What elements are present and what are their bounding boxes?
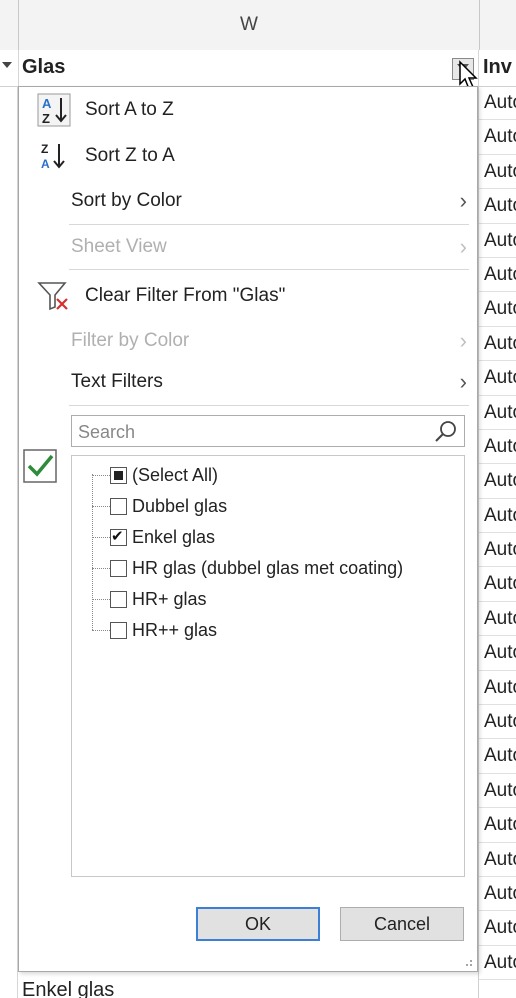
table-cell[interactable]: Auto	[479, 671, 516, 706]
filter-item-label: (Select All)	[132, 465, 219, 485]
table-cell[interactable]: Auto	[479, 224, 516, 258]
table-cell[interactable]: Auto	[479, 602, 516, 637]
tree-line	[92, 630, 110, 631]
menu-filter-by-color: Filter by Color ›	[19, 320, 477, 362]
table-cell[interactable]: Auto	[479, 155, 516, 190]
table-cell[interactable]: Auto	[479, 189, 516, 224]
search-icon	[435, 421, 456, 442]
chevron-right-icon: ›	[459, 328, 467, 353]
tree-line	[92, 599, 110, 600]
filter-checkbox[interactable]	[110, 527, 127, 546]
filter-item-label: HR glas (dubbel glas met coating)	[132, 558, 404, 578]
menu-label: Sort A to Z	[85, 99, 174, 120]
filter-list-item[interactable]: Dubbel glas	[92, 491, 227, 522]
right-column: AutoAutoAutoAutoAutoAutoAutoAutoAutoAuto…	[478, 86, 516, 998]
menu-label: Sort Z to A	[85, 145, 175, 166]
filter-item-label: HR+ glas	[132, 589, 207, 609]
table-cell[interactable]: Auto	[479, 396, 516, 430]
header-glas[interactable]: Glas	[22, 56, 65, 79]
table-cell[interactable]: Auto	[479, 636, 516, 671]
filter-checkbox[interactable]	[110, 467, 127, 484]
filter-list-item[interactable]: (Select All)	[92, 460, 218, 491]
table-header-row: Glas Inv	[0, 50, 516, 87]
menu-label: Text Filters	[71, 371, 163, 392]
ok-button[interactable]: OK	[196, 907, 320, 941]
menu-label: Sheet View	[71, 236, 167, 257]
filter-item-label: Dubbel glas	[132, 496, 228, 516]
table-cell[interactable]: Auto	[479, 911, 516, 946]
table-cell[interactable]: Auto	[479, 533, 516, 568]
table-cell[interactable]: Auto	[479, 292, 516, 327]
table-cell[interactable]: Auto	[479, 499, 516, 534]
column-header-row: W	[0, 0, 516, 51]
table-cell[interactable]: Auto	[479, 739, 516, 774]
sort-az-icon: A Z	[37, 93, 71, 127]
clear-filter-icon	[37, 282, 68, 311]
menu-sort-by-color[interactable]: Sort by Color ›	[19, 180, 477, 222]
filter-list-item[interactable]: Enkel glas	[92, 522, 215, 553]
filter-list-item[interactable]: HR glas (dubbel glas met coating)	[92, 553, 403, 584]
column-header-w[interactable]: W	[18, 0, 480, 50]
menu-text-filters[interactable]: Text Filters ›	[19, 361, 477, 403]
table-cell[interactable]: Auto	[479, 877, 516, 912]
grid-divider	[18, 50, 19, 86]
filter-dropdown-menu: A Z Sort A to Z Z A Sort Z to A Sort by …	[18, 86, 478, 972]
filter-list-item[interactable]: HR+ glas	[92, 584, 207, 615]
filter-checkbox[interactable]	[110, 591, 127, 608]
filter-checkbox[interactable]	[110, 498, 127, 515]
table-cell[interactable]: Auto	[479, 567, 516, 602]
table-cell[interactable]: Auto	[479, 464, 516, 499]
tree-line	[92, 568, 110, 569]
menu-sort-z-to-a[interactable]: Z A Sort Z to A	[19, 135, 477, 177]
filter-checkbox[interactable]	[110, 622, 127, 639]
tree-line	[92, 537, 110, 538]
menu-label: Clear Filter From "Glas"	[85, 285, 286, 306]
search-input[interactable]	[76, 418, 420, 446]
table-cell[interactable]: Auto	[479, 258, 516, 293]
svg-text:Z: Z	[41, 142, 48, 156]
chevron-right-icon: ›	[459, 234, 467, 259]
menu-separator	[69, 405, 469, 406]
menu-clear-filter[interactable]: Clear Filter From "Glas"	[19, 275, 477, 317]
chevron-right-icon: ›	[459, 188, 467, 213]
grid-left-column	[0, 86, 18, 998]
table-cell[interactable]: Auto	[479, 808, 516, 843]
green-check-icon	[23, 449, 57, 483]
search-field[interactable]	[71, 415, 465, 447]
header-inv[interactable]: Inv	[483, 56, 512, 79]
table-cell[interactable]: Auto	[479, 946, 516, 981]
filter-checkbox[interactable]	[110, 560, 127, 577]
menu-separator	[69, 269, 469, 270]
table-cell[interactable]: Auto	[479, 86, 516, 121]
table-cell[interactable]: Auto	[479, 430, 516, 465]
cancel-button[interactable]: Cancel	[340, 907, 464, 941]
resize-grip-icon[interactable]	[463, 957, 473, 967]
filter-value-list[interactable]: (Select All) Dubbel glas Enkel glas HR glas…	[71, 455, 465, 877]
tree-line	[92, 475, 110, 476]
table-cell[interactable]: Auto	[479, 705, 516, 740]
menu-label: Sort by Color	[71, 190, 182, 211]
filter-item-label: HR++ glas	[132, 620, 218, 640]
chevron-right-icon: ›	[459, 369, 467, 394]
table-cell[interactable]: Auto	[479, 774, 516, 809]
menu-sheet-view: Sheet View ›	[19, 226, 477, 268]
table-cell[interactable]: Auto	[479, 327, 516, 362]
table-cell[interactable]: Auto	[479, 361, 516, 396]
menu-separator	[69, 224, 469, 225]
cell-enkel-glas[interactable]: Enkel glas	[18, 974, 482, 998]
menu-label: Filter by Color	[71, 330, 190, 351]
tree-line	[92, 506, 110, 507]
svg-text:A: A	[42, 96, 52, 111]
sort-za-icon: Z A	[41, 142, 65, 171]
filter-item-label: Enkel glas	[132, 527, 216, 547]
menu-sort-a-to-z[interactable]: A Z Sort A to Z	[19, 89, 477, 131]
prev-filter-arrow-icon[interactable]	[2, 62, 12, 68]
filter-list-item[interactable]: HR++ glas	[92, 615, 217, 646]
svg-text:Z: Z	[42, 111, 50, 126]
svg-text:A: A	[41, 157, 50, 171]
table-cell[interactable]: Auto	[479, 843, 516, 877]
table-cell[interactable]: Auto	[479, 120, 516, 155]
